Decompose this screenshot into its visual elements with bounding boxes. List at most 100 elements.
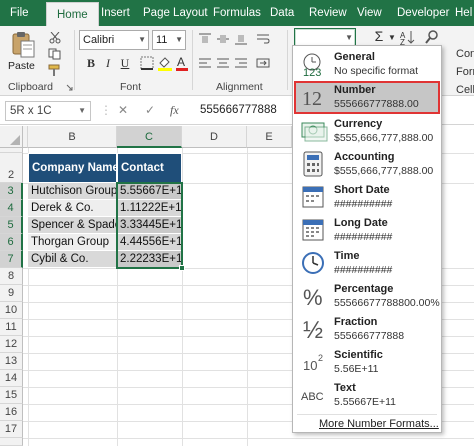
tab-page-layout[interactable]: Page Layout [143, 0, 208, 26]
contact-cell[interactable]: 1.11222E+11 [117, 200, 182, 217]
contact-cell[interactable]: 2.22233E+11 [117, 251, 182, 268]
bold-button[interactable]: B [84, 55, 98, 71]
gridline [247, 148, 248, 446]
number-12-icon: 12 [302, 88, 322, 110]
row-header-16[interactable]: 16 [0, 404, 23, 421]
column-header-b[interactable]: B [28, 126, 117, 148]
column-header-d[interactable]: D [182, 126, 247, 148]
italic-button[interactable]: I [101, 55, 115, 71]
align-center-icon[interactable] [216, 57, 230, 69]
company-cell[interactable]: Derek & Co. [28, 200, 117, 217]
sort-filter-icon[interactable]: AZ [400, 29, 416, 45]
long-date-calendar-icon [302, 219, 324, 241]
format-option-scientific[interactable]: 10 2 Scientific 5.56E+11 [294, 346, 440, 379]
align-top-icon[interactable] [198, 33, 212, 45]
format-option-long-date[interactable]: Long Date ########## [294, 214, 440, 247]
more-number-formats-link[interactable]: More Number Formats... [319, 418, 439, 430]
contact-cell[interactable]: 4.44556E+11 [117, 234, 182, 251]
row-header-12[interactable]: 12 [0, 336, 23, 353]
autosum-icon[interactable]: Σ [372, 28, 386, 44]
tab-developer[interactable]: Developer [397, 0, 449, 26]
row-header-4[interactable]: 4 [0, 200, 23, 217]
tab-home[interactable]: Home [46, 2, 99, 26]
tab-review[interactable]: Review [309, 0, 347, 26]
company-cell[interactable]: Thorgan Group [28, 234, 117, 251]
format-option-label: Number [334, 84, 376, 96]
format-option-time[interactable]: Time ########## [294, 247, 440, 280]
cell-styles-button[interactable]: Cell S [456, 84, 474, 96]
table-header-contact[interactable]: Contact [117, 153, 182, 183]
row-header-13[interactable]: 13 [0, 353, 23, 370]
column-header-c[interactable]: C [117, 126, 182, 148]
enter-icon[interactable]: ✓ [145, 103, 155, 117]
paste-button[interactable]: Paste [8, 30, 38, 74]
group-label-font: Font [120, 81, 142, 93]
row-header-3[interactable]: 3 [0, 183, 23, 200]
conditional-formatting-button[interactable]: Cond [456, 48, 474, 60]
tab-view[interactable]: View [357, 0, 382, 26]
clipboard-launcher-icon[interactable] [66, 84, 73, 91]
group-label-alignment: Alignment [216, 81, 263, 93]
fill-color-icon[interactable] [157, 55, 173, 71]
paste-clipboard-icon [12, 32, 35, 58]
insert-function-icon[interactable]: fx [170, 103, 179, 118]
tab-help[interactable]: Hel [455, 0, 472, 26]
find-select-icon[interactable] [424, 29, 440, 45]
row-header-10[interactable]: 10 [0, 302, 23, 319]
wrap-text-icon[interactable] [256, 33, 270, 45]
format-option-short-date[interactable]: Short Date ########## [294, 181, 440, 214]
row-header-17[interactable]: 17 [0, 421, 23, 438]
row-header-18[interactable] [0, 438, 23, 446]
font-color-icon[interactable]: A [175, 55, 189, 71]
cut-icon[interactable] [48, 32, 62, 44]
row-header-15[interactable]: 15 [0, 387, 23, 404]
format-as-table-button[interactable]: Form [456, 66, 474, 78]
format-option-number[interactable]: 12 Number 555666777888.00 [294, 81, 440, 114]
format-option-fraction[interactable]: ½ Fraction 555666777888 [294, 313, 440, 346]
copy-icon[interactable] [48, 48, 62, 60]
row-header-9[interactable]: 9 [0, 285, 23, 302]
row-header-7[interactable]: 7 [0, 251, 23, 268]
tab-file[interactable]: File [10, 0, 29, 26]
company-cell[interactable]: Cybil & Co. [28, 251, 117, 268]
font-name-combo[interactable]: Calibri ▼ [79, 30, 149, 50]
format-option-percentage[interactable]: % Percentage 55566677788800.00% [294, 280, 440, 313]
underline-button[interactable]: U [118, 55, 132, 71]
cancel-icon[interactable]: ✕ [118, 103, 128, 117]
align-bottom-icon[interactable] [234, 33, 248, 45]
merge-center-icon[interactable] [256, 57, 270, 69]
align-left-icon[interactable] [198, 57, 212, 69]
row-header-5[interactable]: 5 [0, 217, 23, 234]
tab-formulas[interactable]: Formulas [213, 0, 261, 26]
company-cell[interactable]: Spencer & Spader [28, 217, 117, 234]
format-painter-icon[interactable] [48, 64, 62, 76]
row-header-6[interactable]: 6 [0, 234, 23, 251]
table-header-company[interactable]: Company Name [28, 153, 117, 183]
format-option-text[interactable]: ABC Text 5.55667E+11 [294, 379, 440, 412]
tab-data[interactable]: Data [270, 0, 294, 26]
formula-input[interactable]: 555666777888 [200, 104, 277, 116]
row-header-8[interactable]: 8 [0, 268, 23, 285]
align-right-icon[interactable] [234, 57, 248, 69]
chevron-down-icon[interactable]: ▼ [388, 30, 396, 46]
format-option-general[interactable]: 123 General No specific format [294, 48, 440, 81]
format-option-currency[interactable]: Currency $555,666,777,888.00 [294, 115, 440, 148]
fill-handle[interactable] [179, 265, 185, 271]
contact-cell[interactable]: 3.33445E+11 [117, 217, 182, 234]
borders-icon[interactable] [140, 56, 154, 70]
row-header-11[interactable]: 11 [0, 319, 23, 336]
select-all-corner[interactable] [0, 126, 23, 148]
company-cell[interactable]: Hutchison Group [28, 183, 117, 200]
font-size-combo[interactable]: 11 ▼ [152, 30, 186, 50]
format-option-label: Percentage [334, 283, 394, 295]
column-header-e[interactable]: E [247, 126, 292, 148]
row-header-14[interactable]: 14 [0, 370, 23, 387]
name-box[interactable]: 5R x 1C ▼ [5, 101, 91, 121]
tab-insert[interactable]: Insert [101, 0, 130, 26]
format-option-accounting[interactable]: Accounting $555,666,777,888.00 [294, 148, 440, 181]
formula-dots-icon: ⋮ [100, 103, 112, 117]
contact-cell[interactable]: 5.55667E+11 [117, 183, 182, 200]
row-header-2[interactable]: 2 [0, 153, 23, 183]
align-middle-icon[interactable] [216, 33, 230, 45]
format-option-label: Currency [334, 118, 383, 130]
